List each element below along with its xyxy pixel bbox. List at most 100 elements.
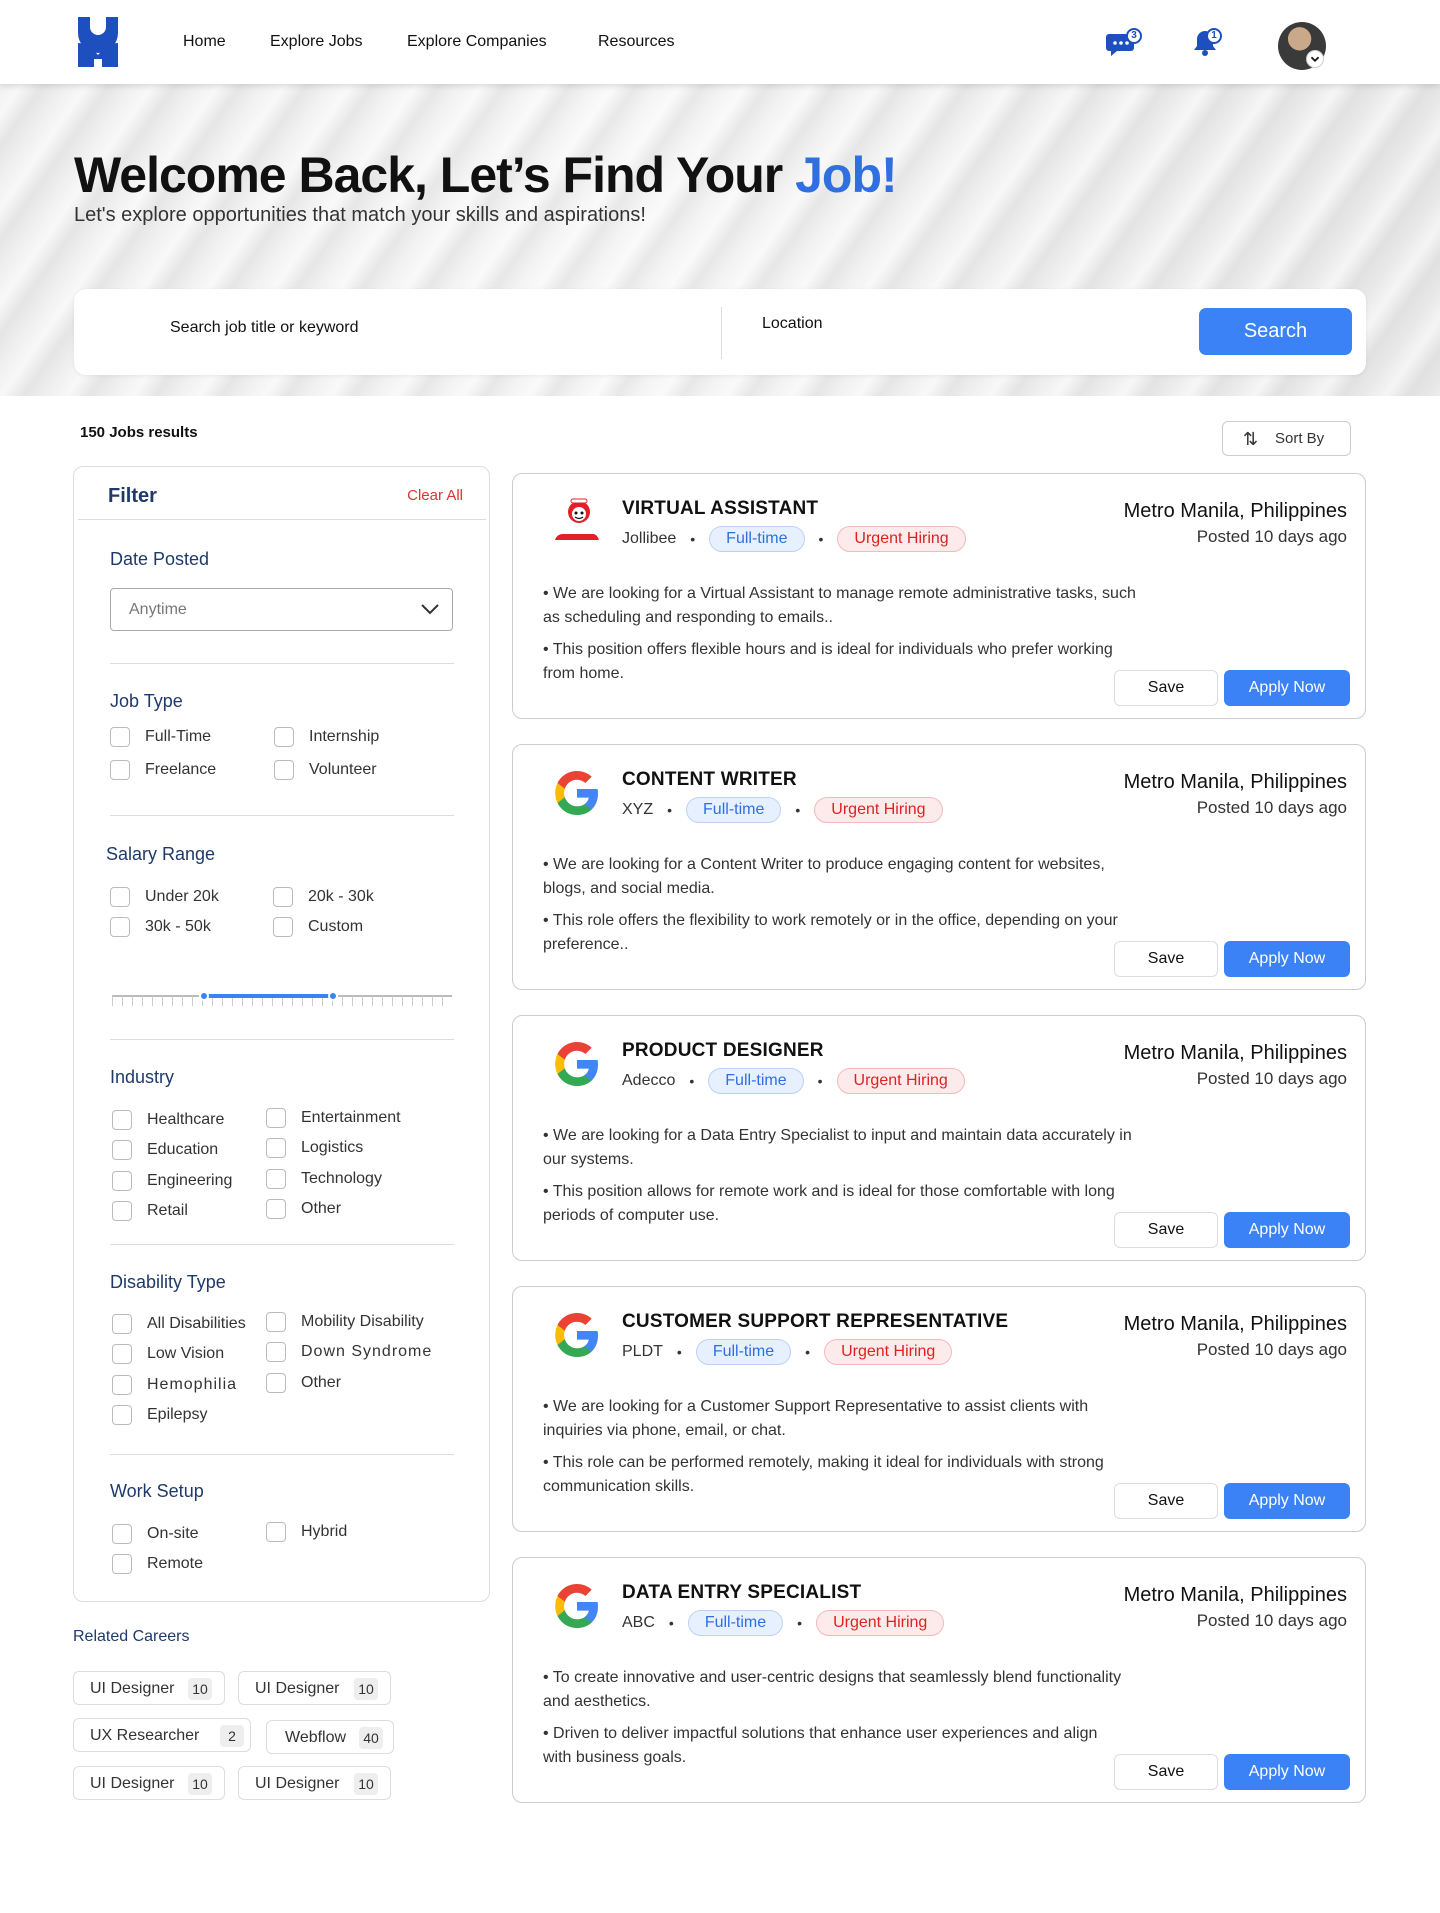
checkbox-label: On-site [147,1525,199,1542]
apply-now-button[interactable]: Apply Now [1224,1483,1350,1519]
job-title[interactable]: PRODUCT DESIGNER [622,1040,824,1062]
checkbox-box[interactable] [112,1344,132,1364]
save-job-button[interactable]: Save [1114,1483,1218,1519]
date-posted-select[interactable]: Anytime [110,588,453,631]
urgent-hiring-badge: Urgent Hiring [824,1339,953,1365]
checkbox-box[interactable] [266,1169,286,1189]
nav-home-link[interactable]: Home [183,33,226,51]
slider-min-thumb[interactable] [198,991,209,1001]
chip-count: 10 [354,1678,378,1700]
save-job-button[interactable]: Save [1114,941,1218,977]
checkbox-box[interactable] [274,727,294,747]
job-description-bullet: • To create innovative and user-centric … [543,1669,1122,1710]
related-career-chip[interactable]: UI Designer 10 [73,1671,225,1705]
save-job-button[interactable]: Save [1114,1754,1218,1790]
sort-by-label: Sort By [1275,430,1325,447]
job-title[interactable]: CONTENT WRITER [622,769,797,791]
search-button[interactable]: Search [1199,308,1352,355]
job-description-bullet: • We are looking for a Virtual Assistant… [543,585,1136,626]
apply-now-button[interactable]: Apply Now [1224,941,1350,977]
separator-dot: • [667,802,673,818]
job-description-bullet: • This role offers the flexibility to wo… [543,912,1118,953]
checkbox-box[interactable] [266,1342,286,1362]
chip-label: UI Designer [255,1680,340,1697]
job-card[interactable]: CONTENT WRITER XYZ • Full-time • Urgent Hiri… [512,744,1366,990]
checkbox-box[interactable] [110,887,130,907]
apply-now-button[interactable]: Apply Now [1224,1212,1350,1248]
salary-range-slider[interactable] [112,988,452,1008]
date-posted-value: Anytime [129,601,187,618]
checkbox-label: Down Syndrome [301,1343,433,1360]
nav-resources-link[interactable]: Resources [598,33,674,51]
job-title[interactable]: DATA ENTRY SPECIALIST [622,1582,861,1604]
job-card[interactable]: CUSTOMER SUPPORT REPRESENTATIVE PLDT • Ful… [512,1286,1366,1532]
checkbox-label: Education [147,1141,219,1158]
checkbox-box[interactable] [266,1108,286,1128]
checkbox-box[interactable] [273,917,293,937]
checkbox-box[interactable] [273,887,293,907]
top-navbar: Home Explore Jobs Explore Companies Reso… [0,0,1440,84]
nav-explore-jobs-link[interactable]: Explore Jobs [270,33,363,51]
urgent-hiring-badge: Urgent Hiring [814,797,943,823]
checkbox-box[interactable] [110,760,130,780]
clear-all-button[interactable]: Clear All [407,487,463,504]
chevron-down-icon[interactable] [1306,50,1324,68]
checkbox-box[interactable] [112,1201,132,1221]
checkbox-box[interactable] [266,1522,286,1542]
checkbox-label: Freelance [145,761,217,778]
checkbox-box[interactable] [112,1314,132,1334]
checkbox-box[interactable] [112,1554,132,1574]
related-career-chip[interactable]: UI Designer 10 [238,1766,391,1800]
notifications-button[interactable]: 1 [1190,26,1224,58]
job-posted-date: Posted 10 days ago [1196,1611,1347,1630]
chip-count: 2 [220,1725,244,1747]
checkbox-label: Under 20k [145,888,219,905]
checkbox-label: Low Vision [147,1345,225,1362]
checkbox-box[interactable] [110,727,130,747]
job-title[interactable]: VIRTUAL ASSISTANT [622,498,818,520]
section-divider [110,663,454,664]
job-keyword-input[interactable] [170,319,670,337]
sort-by-button[interactable]: ⇅ Sort By [1222,421,1351,456]
job-card[interactable]: PRODUCT DESIGNER Adecco • Full-time • Urgent… [512,1015,1366,1261]
checkbox-box[interactable] [112,1140,132,1160]
job-meta: ABC • Full-time • Urgent Hiring [622,1610,945,1636]
job-card[interactable]: DATA ENTRY SPECIALIST ABC • Full-time • Urge… [512,1557,1366,1803]
apply-now-button[interactable]: Apply Now [1224,670,1350,706]
save-job-button[interactable]: Save [1114,1212,1218,1248]
company-logo [551,767,603,819]
checkbox-box[interactable] [110,917,130,937]
slider-max-thumb[interactable] [328,991,338,1001]
job-description-bullet: • This position allows for remote work a… [543,1183,1115,1224]
checkbox-box[interactable] [112,1171,132,1191]
checkbox-box[interactable] [266,1199,286,1219]
filter-divider [78,519,486,520]
checkbox-box[interactable] [266,1373,286,1393]
save-job-button[interactable]: Save [1114,670,1218,706]
jollibee-mascot-icon [555,498,599,540]
related-career-chip[interactable]: UX Researcher 2 [73,1718,251,1752]
checkbox-box[interactable] [274,760,294,780]
checkbox-box[interactable] [112,1524,132,1544]
location-input[interactable] [762,315,1142,333]
company-name: Jollibee [622,530,677,547]
related-career-chip[interactable]: UI Designer 10 [73,1766,225,1800]
job-card[interactable]: VIRTUAL ASSISTANT Jollibee • Full-time • Urg… [512,473,1366,719]
checkbox-box[interactable] [266,1138,286,1158]
nav-explore-companies-link[interactable]: Explore Companies [407,33,547,51]
related-career-chip[interactable]: UI Designer 10 [238,1671,391,1705]
checkbox-box[interactable] [112,1405,132,1425]
job-title[interactable]: CUSTOMER SUPPORT REPRESENTATIVE [622,1311,1008,1333]
brand-logo[interactable] [78,17,118,67]
checkbox-box[interactable] [112,1375,132,1395]
checkbox-label: Hybrid [301,1523,348,1540]
checkbox-label: Volunteer [309,761,377,778]
job-location: Metro Manila, Philippines [1123,1042,1347,1064]
checkbox-label: Entertainment [301,1109,401,1126]
checkbox-label: Epilepsy [147,1406,208,1423]
messages-button[interactable]: 3 [1106,26,1142,58]
related-career-chip[interactable]: Webflow 40 [266,1720,394,1754]
apply-now-button[interactable]: Apply Now [1224,1754,1350,1790]
checkbox-box[interactable] [266,1312,286,1332]
checkbox-box[interactable] [112,1110,132,1130]
